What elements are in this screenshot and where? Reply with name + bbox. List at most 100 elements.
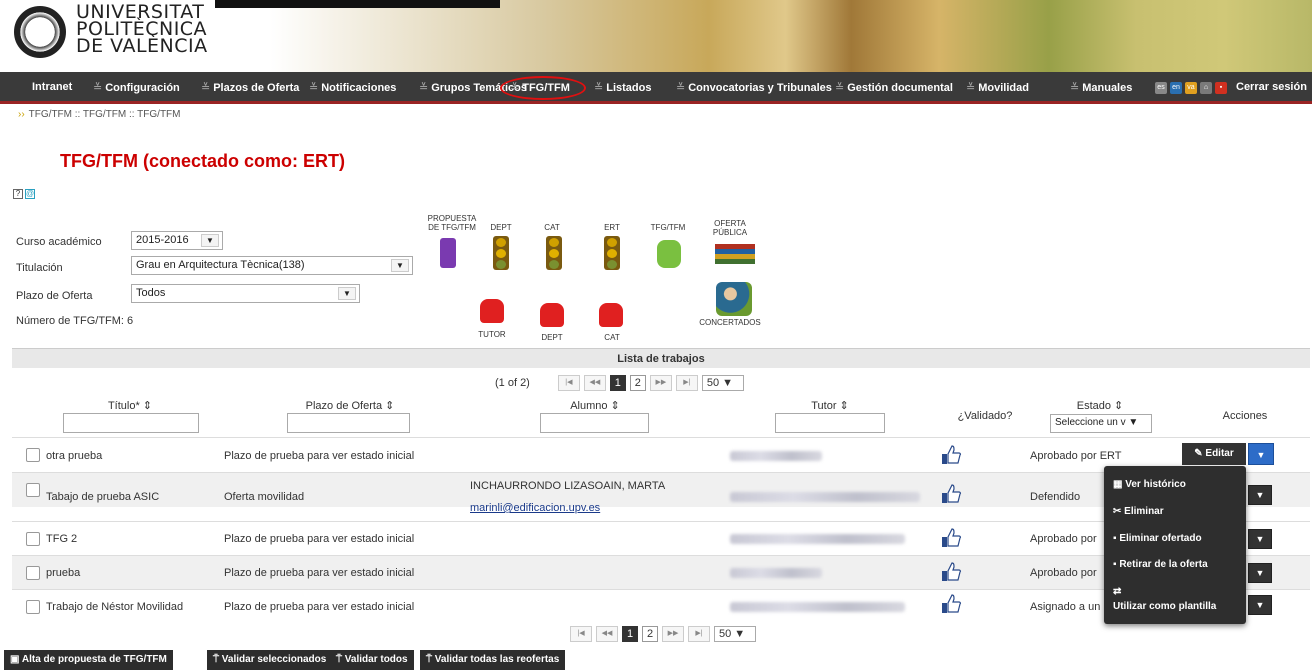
row-titulo: prueba [46,567,81,579]
pager-bottom: |◀ ◀◀ 1 2 ▶▶ ▶| 50 ▼ [570,625,756,643]
traffic-light-icon [546,236,562,270]
row-estado: Aprobado por [1030,567,1097,579]
menu-utilizar-plantilla[interactable]: Utilizar como plantilla [1113,601,1216,612]
tutor-redacted [730,451,822,461]
wf-propuesta-label: PROPUESTA DE TFG/TFM [427,214,477,232]
next-page-button[interactable]: ▶▶ [649,375,672,391]
plazo-label: Plazo de Oferta [16,290,93,302]
prev-page-button[interactable]: ◀◀ [583,375,606,391]
menu-retirar-oferta[interactable]: ▪ Retirar de la oferta [1113,559,1208,570]
home-icon[interactable]: ⌂ [1200,82,1212,94]
chevron-down-icon: ▼ [338,287,356,300]
wf-tutor-label: TUTOR [478,330,506,339]
row-titulo: Tabajo de prueba ASIC [46,491,160,503]
traffic-light-icon [604,236,620,270]
alta-propuesta-button[interactable]: ▣ Alta de propuesta de TFG/TFM [4,650,173,670]
filter-plazo-input[interactable] [287,413,410,433]
row-actions-caret[interactable]: ▼ [1248,485,1272,505]
filter-tutor-input[interactable] [775,413,885,433]
menu-eliminar-ofertado[interactable]: ▪ Eliminar ofertado [1113,533,1202,544]
flag-en-icon[interactable]: en [1170,82,1182,94]
row-actions-caret[interactable]: ▼ [1248,563,1272,583]
row-checkbox[interactable] [26,448,40,462]
page-1-button[interactable]: 1 [622,626,638,642]
validar-seleccionados-button[interactable]: ⍑ Validar seleccionados [207,650,333,670]
pager-info: (1 of 2) [495,377,530,389]
page-2-button[interactable]: 2 [642,626,658,642]
col-titulo[interactable]: Título* ⇕ [60,399,200,412]
header-banner-image [215,0,1312,72]
university-logo-text: UNIVERSITAT POLITÈCNICA DE VALÈNCIA [76,1,208,57]
thumbs-up-icon [942,594,962,613]
row-plazo: Oferta movilidad [224,491,305,503]
help-icon[interactable]: ? [13,189,23,199]
menu-eliminar[interactable]: ✂ Eliminar [1113,506,1164,517]
row-estado: Aprobado por ERT [1030,450,1122,462]
person-reading-icon [716,282,752,316]
header-dark-bar [215,0,500,8]
help-icons: ? @ [13,189,35,199]
nav-item-manuales[interactable]: ≚ Manuales [1070,81,1132,94]
page-2-button[interactable]: 2 [629,375,646,391]
editar-button[interactable]: ✎ Editar [1182,443,1246,465]
row-checkbox[interactable] [26,566,40,580]
filter-estado-select[interactable]: Seleccione un v ▼ [1050,414,1152,433]
row-plazo: Plazo de prueba para ver estado inicial [224,450,415,462]
last-page-button[interactable]: ▶| [688,626,710,642]
titulacion-select[interactable]: Grau en Arquitectura Tècnica(138) ▼ [131,256,413,275]
nav-item-gestion[interactable]: ≚ Gestión documental [835,81,953,94]
row-checkbox[interactable] [26,483,40,497]
per-page-select[interactable]: 50 ▼ [701,375,744,391]
validar-reofertas-button[interactable]: ⍑ Validar todas las reofertas [420,650,566,670]
lock-icon[interactable]: ▪ [1215,82,1227,94]
page-1-button[interactable]: 1 [609,375,626,391]
row-estado: Aprobado por [1030,533,1097,545]
page-title: TFG/TFM (conectado como: ERT) [60,151,345,171]
row-checkbox[interactable] [26,532,40,546]
nav-item-movilidad[interactable]: ≚ Movilidad [966,81,1029,94]
filter-alumno-input[interactable] [540,413,649,433]
devil-icon [599,303,623,327]
editar-caret-button[interactable]: ▼ [1248,443,1274,465]
row-alumno-email[interactable]: marinli@edificacion.upv.es [470,502,600,514]
curso-select[interactable]: 2015-2016 ▼ [131,231,223,250]
col-plazo[interactable]: Plazo de Oferta ⇕ [270,399,430,412]
validar-todos-button[interactable]: ⍑ Validar todos [330,650,414,670]
next-page-button[interactable]: ▶▶ [662,626,684,642]
nav-item-plazos[interactable]: ≚ Plazos de Oferta [201,81,299,94]
first-page-button[interactable]: |◀ [570,626,592,642]
nav-item-convocatorias[interactable]: ≚ Convocatorias y Tribunales [676,81,832,94]
filter-titulo-input[interactable] [63,413,199,433]
col-alumno[interactable]: Alumno ⇕ [540,399,650,412]
flag-va-icon[interactable]: va [1185,82,1197,94]
table-title: Lista de trabajos [12,348,1310,368]
last-page-button[interactable]: ▶| [675,375,698,391]
prev-page-button[interactable]: ◀◀ [596,626,618,642]
nav-item-logout[interactable]: Cerrar sesión [1236,81,1307,93]
row-plazo: Plazo de prueba para ver estado inicial [224,601,415,613]
menu-ver-historico[interactable]: ▦ Ver histórico [1113,479,1186,490]
nav-item-intranet[interactable]: Intranet [32,81,72,93]
email-icon[interactable]: @ [25,189,35,199]
row-actions-caret[interactable]: ▼ [1248,529,1272,549]
nav-item-configuracion[interactable]: ≚ Configuración [93,81,180,94]
row-actions-caret[interactable]: ▼ [1248,595,1272,615]
first-page-button[interactable]: |◀ [557,375,580,391]
per-page-select[interactable]: 50 ▼ [714,626,756,642]
nav-item-notificaciones[interactable]: ≚ Notificaciones [309,81,396,94]
wf-ert-label: ERT [604,223,620,232]
col-estado[interactable]: Estado ⇕ [1050,399,1150,412]
row-checkbox[interactable] [26,600,40,614]
thumbs-up-icon [942,445,962,464]
row-titulo: TFG 2 [46,533,78,545]
row-titulo: Trabajo de Néstor Movilidad [46,601,184,613]
plazo-select[interactable]: Todos ▼ [131,284,360,303]
flag-es-icon[interactable]: es [1155,82,1167,94]
wf-concertados-label: CONCERTADOS [699,318,761,327]
breadcrumb: ›› TFG/TFM :: TFG/TFM :: TFG/TFM [18,109,181,120]
chevron-down-icon: ▼ [391,259,409,272]
highlight-circle [500,76,586,100]
nav-item-listados[interactable]: ≚ Listados [594,81,651,94]
thumbs-up-icon [942,562,962,581]
col-tutor[interactable]: Tutor ⇕ [775,399,885,412]
